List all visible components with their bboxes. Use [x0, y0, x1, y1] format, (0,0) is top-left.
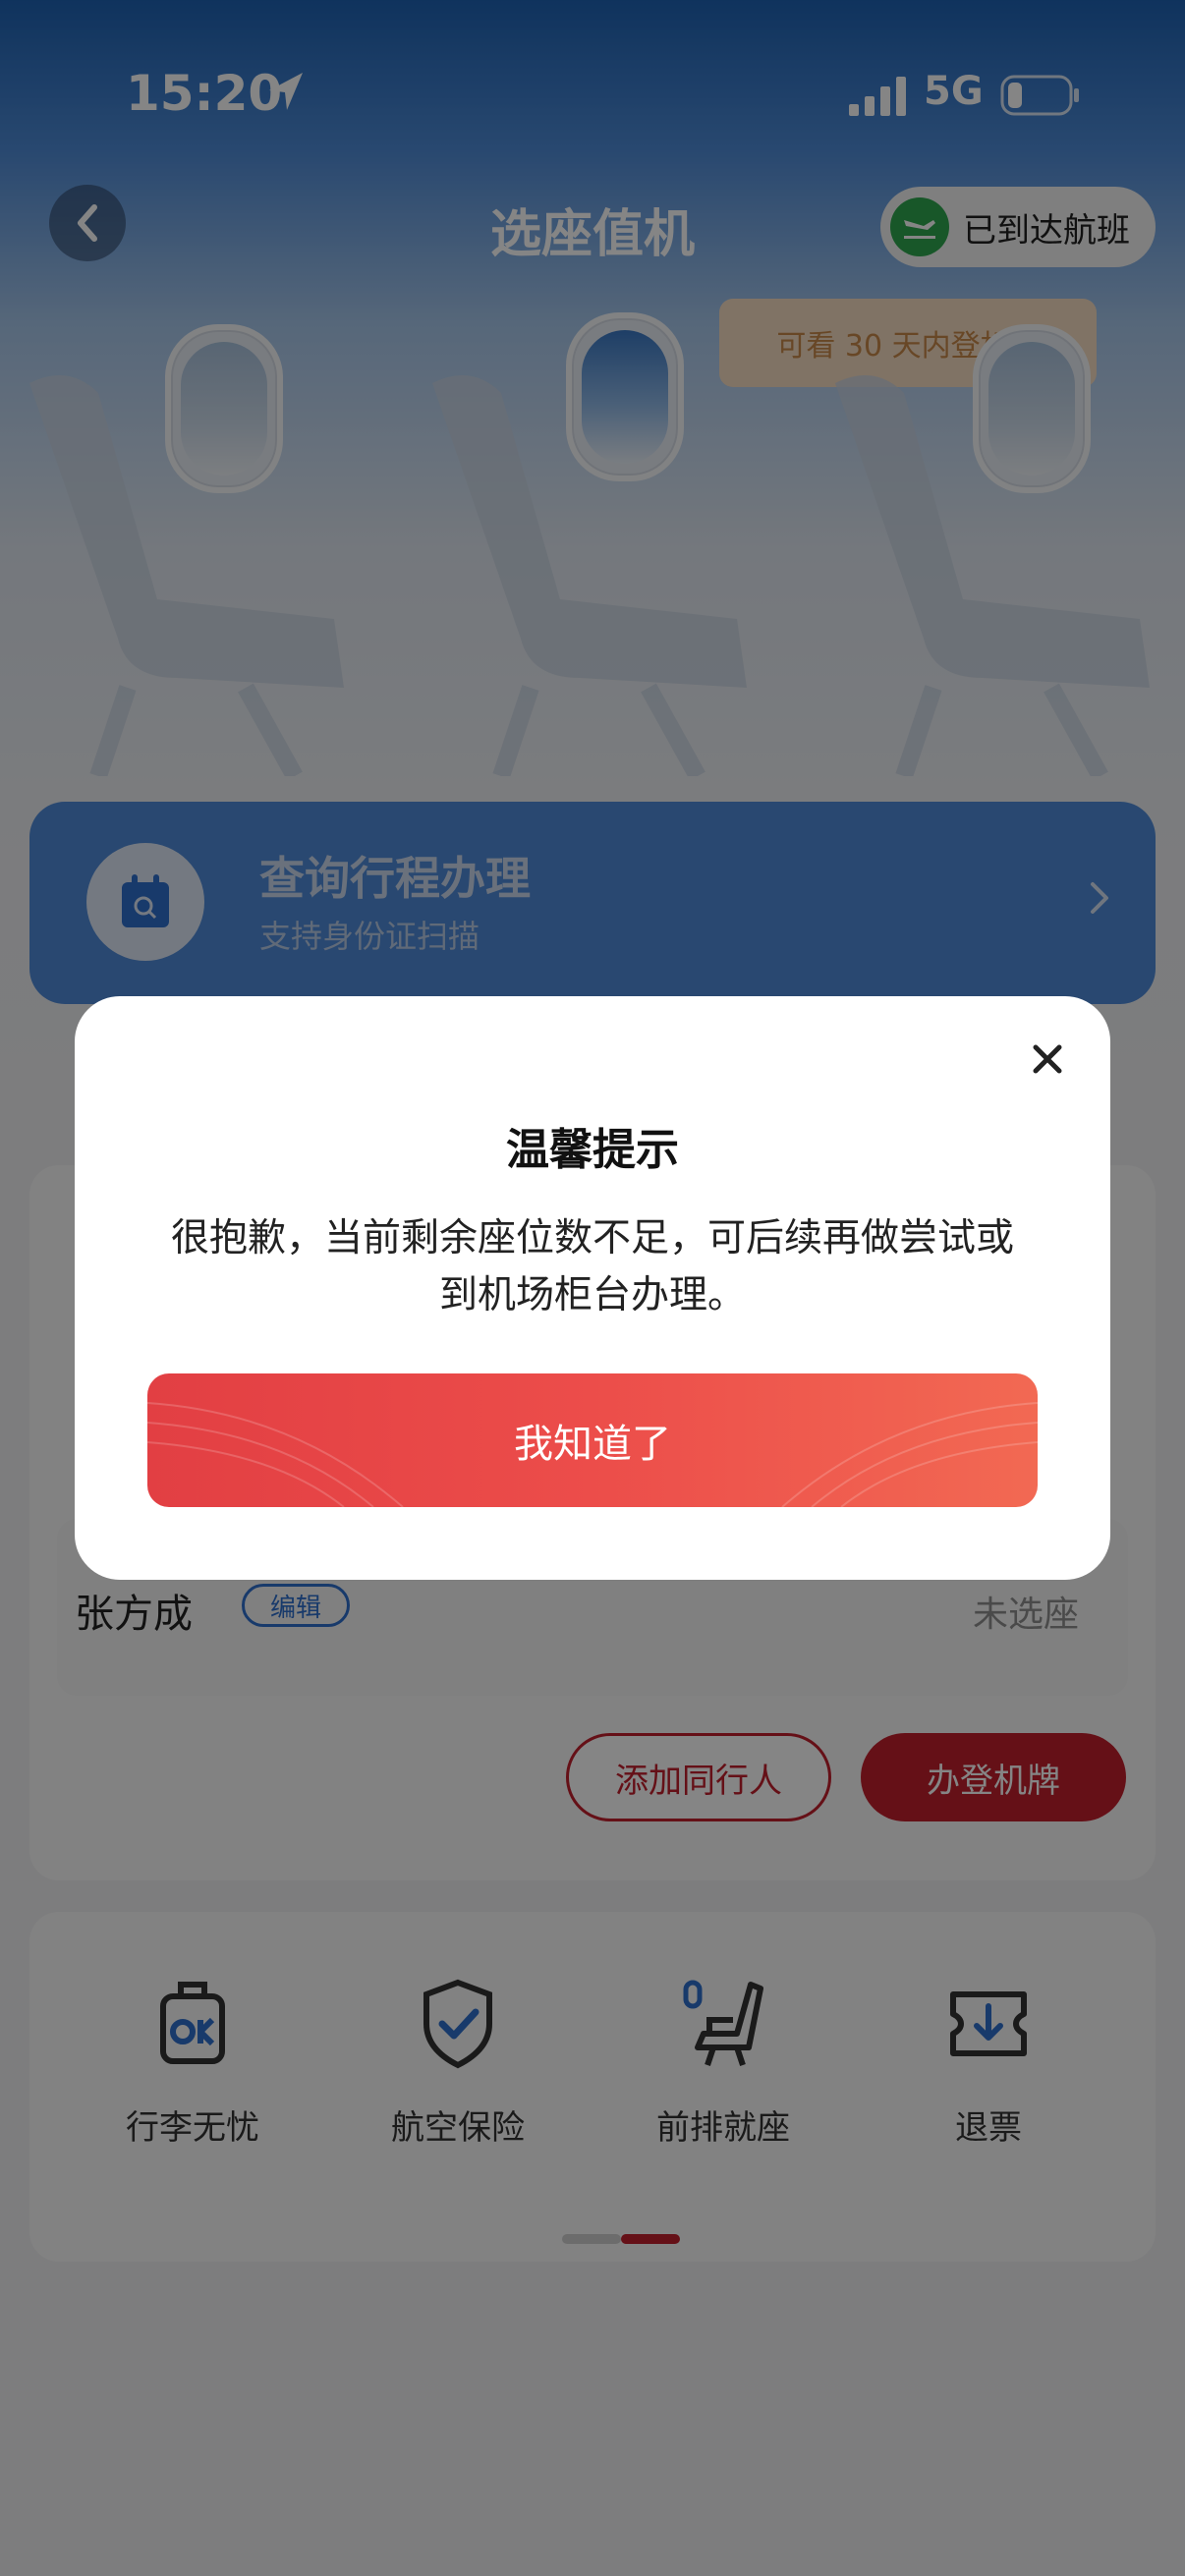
notice-dialog: 温馨提示 很抱歉，当前剩余座位数不足，可后续再做尝试或到机场柜台办理。 我知道了 — [75, 996, 1110, 1580]
app-screen: 15:20 5G 选座值机 已到达航班 可看 30 天内登机牌 查询行程办理 支… — [0, 0, 1185, 2576]
confirm-button[interactable]: 我知道了 — [147, 1373, 1038, 1507]
dialog-message: 很抱歉，当前剩余座位数不足，可后续再做尝试或到机场柜台办理。 — [170, 1216, 1014, 1317]
close-icon[interactable] — [1028, 1039, 1067, 1079]
dialog-title: 温馨提示 — [506, 1125, 679, 1175]
confirm-label: 我知道了 — [514, 1422, 671, 1467]
